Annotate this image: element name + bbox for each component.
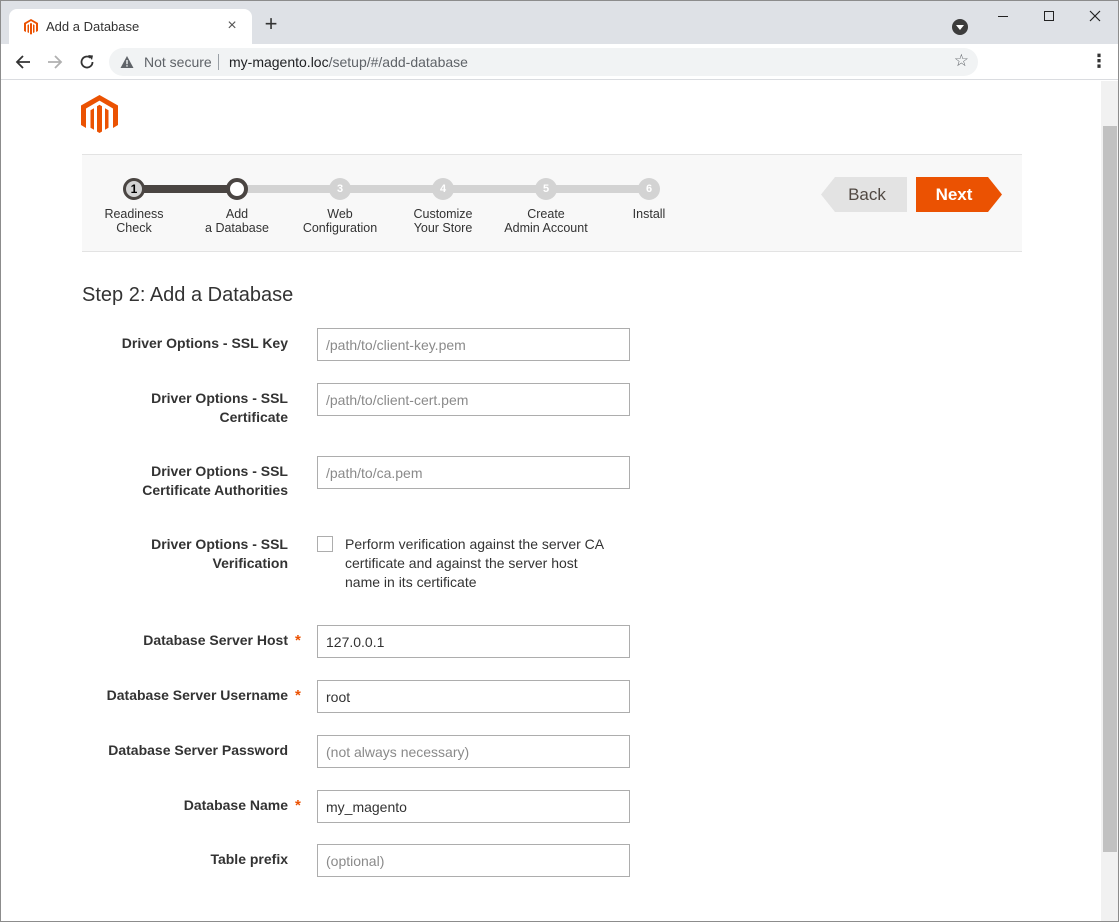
- warning-icon[interactable]: [120, 55, 134, 69]
- browser-tab[interactable]: Add a Database ×: [9, 9, 252, 44]
- minimize-button[interactable]: [980, 1, 1026, 33]
- db-password-input[interactable]: [317, 735, 630, 768]
- label-line: Driver Options - SSL: [151, 463, 288, 479]
- required-asterisk: *: [295, 797, 301, 814]
- bookmark-star-icon[interactable]: ☆: [954, 51, 969, 71]
- label-line: Database Server Password: [108, 742, 288, 758]
- page-title: Step 2: Add a Database: [82, 284, 294, 306]
- url-text[interactable]: my-magento.loc/setup/#/add-database: [229, 54, 468, 70]
- minimize-icon: [998, 15, 1008, 17]
- label-line: Database Server Host: [143, 632, 288, 648]
- label-line: Driver Options - SSL: [151, 536, 288, 552]
- address-separator: [218, 54, 219, 70]
- step-circle: 3: [329, 178, 351, 200]
- vertical-scrollbar[interactable]: [1101, 81, 1118, 921]
- db-password-label: Database Server Password: [81, 741, 288, 760]
- step-label-line: a Database: [205, 221, 269, 235]
- browser-menu-icon[interactable]: ⋮: [1090, 50, 1108, 74]
- tab-title: Add a Database: [46, 19, 140, 34]
- ssl-ca-label: Driver Options - SSL Certificate Authorit…: [81, 462, 288, 500]
- profile-menu-icon[interactable]: [952, 19, 968, 35]
- description-line: certificate and against the server host: [345, 555, 578, 571]
- ssl-cert-label: Driver Options - SSL Certificate: [81, 389, 288, 427]
- magento-favicon-icon: [24, 19, 38, 35]
- ssl-key-input[interactable]: [317, 328, 630, 361]
- label-line: Database Name: [183, 797, 288, 813]
- label-line: Certificate: [219, 409, 288, 425]
- url-path: /setup/#/add-database: [328, 54, 468, 70]
- label-line: Database Server Username: [106, 687, 288, 703]
- security-label[interactable]: Not secure: [144, 54, 212, 70]
- address-bar[interactable]: Not secure my-magento.loc/setup/#/add-da…: [109, 48, 978, 76]
- description-line: name in its certificate: [345, 574, 477, 590]
- next-button[interactable]: Next: [916, 177, 1002, 212]
- scrollbar-thumb[interactable]: [1103, 126, 1117, 852]
- step-circle: 4: [432, 178, 454, 200]
- db-host-input[interactable]: [317, 625, 630, 658]
- ssl-verify-label: Driver Options - SSL Verification: [81, 535, 288, 573]
- ssl-key-label: Driver Options - SSL Key: [81, 334, 288, 353]
- db-username-label: Database Server Username: [81, 686, 288, 705]
- step-label: Install: [588, 207, 710, 221]
- new-tab-button[interactable]: +: [260, 13, 282, 36]
- table-prefix-input[interactable]: [317, 844, 630, 877]
- step-circle-current: [226, 178, 248, 200]
- step-label-line: Install: [632, 207, 666, 221]
- step-circle: 6: [638, 178, 660, 200]
- step-label-line: Your Store: [413, 221, 473, 235]
- step-label-line: Check: [116, 221, 152, 235]
- db-name-input[interactable]: [317, 790, 630, 823]
- maximize-icon: [1044, 11, 1054, 22]
- ssl-verify-checkbox[interactable]: [317, 536, 333, 552]
- step-circle: 1: [123, 178, 145, 200]
- close-icon: [1089, 10, 1101, 22]
- arrow-left-icon: [15, 55, 30, 69]
- step-label-line: Customize: [413, 207, 473, 221]
- maximize-button[interactable]: [1026, 1, 1072, 33]
- forward-nav-button[interactable]: [43, 50, 67, 74]
- title-bar: Add a Database × +: [1, 1, 1118, 44]
- db-username-input[interactable]: [317, 680, 630, 713]
- label-line: Driver Options - SSL: [151, 390, 288, 406]
- magento-logo-icon: [81, 95, 118, 133]
- reload-icon: [80, 55, 94, 69]
- step-label-line: Admin Account: [504, 221, 588, 235]
- step-label-line: Add: [225, 207, 249, 221]
- step-label-line: Configuration: [302, 221, 378, 235]
- description-line: Perform verification against the server …: [345, 536, 605, 552]
- ssl-cert-input[interactable]: [317, 383, 630, 416]
- required-asterisk: *: [295, 687, 301, 704]
- step-label-line: Create: [527, 207, 565, 221]
- browser-toolbar: Not secure my-magento.loc/setup/#/add-da…: [1, 44, 1118, 80]
- step-circle: 5: [535, 178, 557, 200]
- reload-button[interactable]: [75, 50, 99, 74]
- progress-bar-panel: 1 Readiness Check Add a Database 3 Web Conf…: [82, 154, 1022, 252]
- label-line: Table prefix: [210, 851, 288, 867]
- label-line: Verification: [212, 555, 288, 571]
- page-content: 1 Readiness Check Add a Database 3 Web Conf…: [1, 81, 1101, 921]
- tab-close-icon[interactable]: ×: [222, 16, 242, 36]
- progress-track-done: [133, 185, 236, 193]
- url-host: my-magento.loc: [229, 54, 329, 70]
- back-button[interactable]: Back: [821, 177, 907, 212]
- db-name-label: Database Name: [81, 796, 288, 815]
- label-line: Certificate Authorities: [142, 482, 288, 498]
- ssl-ca-input[interactable]: [317, 456, 630, 489]
- step-label-line: Readiness: [104, 207, 164, 221]
- browser-window: Add a Database × + Not secure my-magento…: [0, 0, 1119, 922]
- step-label-line: Web: [327, 207, 353, 221]
- table-prefix-label: Table prefix: [81, 850, 288, 869]
- ssl-verify-description[interactable]: Perform verification against the server …: [345, 535, 635, 592]
- close-window-button[interactable]: [1072, 1, 1118, 33]
- db-host-label: Database Server Host: [81, 631, 288, 650]
- label-line: Driver Options - SSL Key: [121, 335, 288, 351]
- required-asterisk: *: [295, 632, 301, 649]
- back-nav-button[interactable]: [11, 50, 35, 74]
- arrow-right-icon: [48, 55, 63, 69]
